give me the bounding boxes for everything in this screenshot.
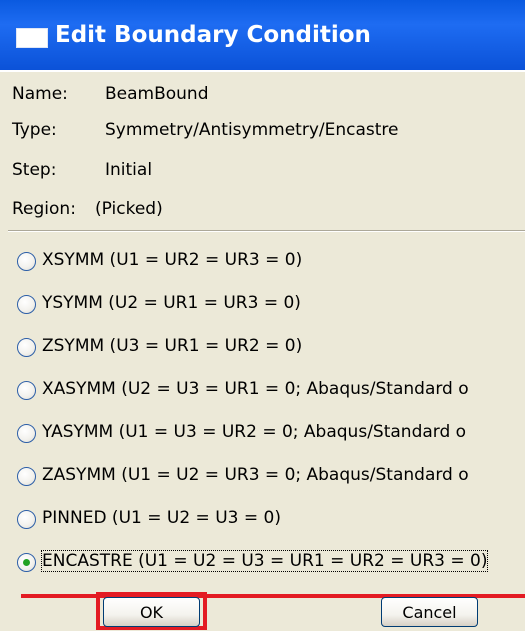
radio-button[interactable] (17, 424, 36, 443)
title-bar[interactable]: Edit Boundary Condition (0, 0, 525, 72)
radio-button-selected[interactable] (17, 553, 36, 572)
cancel-button[interactable]: Cancel (381, 597, 478, 627)
name-value: BeamBound (105, 84, 209, 104)
radio-button[interactable] (17, 381, 36, 400)
option-label: ENCASTRE (U1 = U2 = U3 = UR1 = UR2 = UR3… (41, 550, 489, 572)
type-label: Type: (12, 120, 57, 140)
region-value: (Picked) (95, 199, 163, 219)
step-value: Initial (105, 160, 153, 180)
ok-button[interactable]: OK (103, 597, 200, 627)
option-label: ZSYMM (U3 = UR1 = UR2 = 0) (42, 336, 303, 356)
edit-boundary-condition-dialog: Edit Boundary Condition Name: BeamBound … (0, 0, 525, 631)
option-label: ZASYMM (U1 = U2 = UR3 = 0; Abaqus/Standa… (42, 465, 469, 485)
separator (8, 230, 525, 232)
radio-button[interactable] (17, 295, 36, 314)
window-icon (16, 28, 48, 48)
option-label: XASYMM (U2 = U3 = UR1 = 0; Abaqus/Standa… (42, 379, 469, 399)
radio-button[interactable] (17, 252, 36, 271)
option-label: YASYMM (U1 = U3 = UR2 = 0; Abaqus/Standa… (42, 422, 467, 442)
dialog-title: Edit Boundary Condition (55, 22, 371, 48)
region-label: Region: (12, 199, 76, 219)
option-label: XSYMM (U1 = UR2 = UR3 = 0) (42, 250, 303, 270)
name-label: Name: (12, 84, 68, 104)
radio-button[interactable] (17, 510, 36, 529)
radio-button[interactable] (17, 338, 36, 357)
option-label: YSYMM (U2 = UR1 = UR3 = 0) (42, 293, 301, 313)
step-label: Step: (12, 160, 57, 180)
radio-selected-dot (23, 559, 30, 566)
radio-button[interactable] (17, 467, 36, 486)
type-value: Symmetry/Antisymmetry/Encastre (105, 120, 399, 140)
option-label: PINNED (U1 = U2 = U3 = 0) (42, 508, 281, 528)
